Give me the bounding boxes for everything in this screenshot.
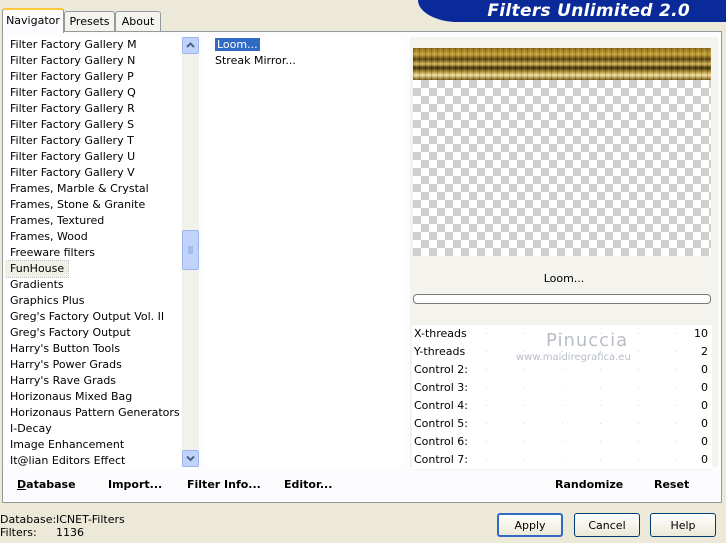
control-slider[interactable]: Control 3: 0 (412, 379, 712, 398)
database-label: atabase (26, 478, 76, 491)
editor-link[interactable]: Editor... (284, 478, 332, 491)
control-label: Control 7: (414, 453, 468, 466)
tab-navigator[interactable]: Navigator (2, 8, 64, 33)
control-slider[interactable]: Control 4: 0 (412, 397, 712, 416)
control-value: 0 (701, 435, 708, 448)
category-item[interactable]: Filter Factory Gallery P (5, 69, 181, 85)
filter-list[interactable]: Loom... Streak Mirror... (205, 37, 403, 467)
category-item[interactable]: Greg's Factory Output Vol. II (5, 309, 181, 325)
control-label: Control 5: (414, 417, 468, 430)
status-database-label: Database: (0, 513, 57, 526)
control-label: Control 4: (414, 399, 468, 412)
category-item[interactable]: Frames, Marble & Crystal (5, 181, 181, 197)
category-item[interactable]: Horizonaus Pattern Generators (5, 405, 181, 421)
control-value: 10 (694, 327, 708, 340)
control-label: Control 3: (414, 381, 468, 394)
category-item[interactable]: Freeware filters (5, 245, 181, 261)
category-item[interactable]: Harry's Power Grads (5, 357, 181, 373)
control-label: Control 2: (414, 363, 468, 376)
control-label: Control 6: (414, 435, 468, 448)
chevron-down-icon (186, 455, 195, 462)
apply-button[interactable]: Apply (497, 513, 563, 537)
control-value: 0 (701, 453, 708, 466)
watermark-url: www.maidiregrafica.eu (516, 352, 631, 363)
tab-about[interactable]: About (115, 11, 161, 31)
watermark-name: Pinuccia (546, 330, 629, 351)
category-item[interactable]: I-Decay (5, 421, 181, 437)
import-link[interactable]: Import... (108, 478, 162, 491)
control-slider[interactable]: Control 7: 0 (412, 451, 712, 470)
category-item[interactable]: Gradients (5, 277, 181, 293)
filter-item[interactable]: Loom... (205, 37, 403, 53)
current-filter-title: Loom... (543, 272, 585, 285)
grip-icon (188, 246, 193, 254)
filter-item-label: Loom... (215, 38, 260, 51)
category-scrollbar[interactable] (182, 37, 199, 467)
control-track[interactable] (486, 369, 682, 370)
category-item[interactable]: Horizonaus Mixed Bag (5, 389, 181, 405)
control-label: X-threads (414, 327, 467, 340)
category-item[interactable]: Filter Factory Gallery U (5, 149, 181, 165)
tab-presets[interactable]: Presets (64, 11, 115, 31)
scroll-thumb[interactable] (182, 230, 199, 270)
category-item[interactable]: Frames, Wood (5, 229, 181, 245)
category-list[interactable]: Filter Factory Gallery M Filter Factory G… (5, 37, 181, 467)
filter-info-link[interactable]: Filter Info... (187, 478, 261, 491)
progress-bar (413, 294, 711, 304)
database-link[interactable]: Database (17, 478, 76, 491)
status-database-value: ICNET-Filters (56, 513, 125, 526)
chevron-up-icon (186, 42, 195, 48)
control-track[interactable] (486, 405, 682, 406)
cancel-button[interactable]: Cancel (574, 513, 640, 537)
category-item[interactable]: Filter Factory Gallery S (5, 117, 181, 133)
control-track[interactable] (486, 459, 682, 460)
import-label: Import... (108, 478, 163, 491)
control-slider[interactable]: Control 5: 0 (412, 415, 712, 434)
scroll-down-button[interactable] (182, 450, 199, 467)
randomize-label: Randomize (555, 478, 624, 491)
category-item[interactable]: Harry's Rave Grads (5, 373, 181, 389)
control-slider[interactable]: Control 6: 0 (412, 433, 712, 452)
category-item[interactable]: Filter Factory Gallery V (5, 165, 181, 181)
control-track[interactable] (486, 441, 682, 442)
category-item[interactable]: Filter Factory Gallery Q (5, 85, 181, 101)
control-value: 0 (701, 363, 708, 376)
filter-info-label: Filter Info... (187, 478, 261, 491)
control-track[interactable] (486, 423, 682, 424)
status-filters-value: 1136 (56, 526, 84, 539)
category-item[interactable]: Greg's Factory Output (5, 325, 181, 341)
category-item[interactable]: Frames, Stone & Granite (5, 197, 181, 213)
category-item[interactable]: Frames, Textured (5, 213, 181, 229)
reset-link[interactable]: Reset (654, 478, 689, 491)
category-item[interactable]: It@lian Editors Effect (5, 453, 181, 467)
title-banner: Filters Unlimited 2.0 (418, 0, 726, 22)
app-title: Filters Unlimited 2.0 (487, 1, 690, 21)
category-item[interactable]: Image Enhancement (5, 437, 181, 453)
control-label: Y-threads (414, 345, 466, 358)
randomize-link[interactable]: Randomize (555, 478, 623, 491)
status-filters-label: Filters: (0, 526, 37, 539)
help-button[interactable]: Help (650, 513, 716, 537)
filter-item[interactable]: Streak Mirror... (205, 53, 403, 69)
control-value: 0 (701, 399, 708, 412)
control-value: 0 (701, 381, 708, 394)
category-item[interactable]: Filter Factory Gallery R (5, 101, 181, 117)
category-item[interactable]: Graphics Plus (5, 293, 181, 309)
category-item[interactable]: FunHouse (5, 260, 70, 278)
editor-label: Editor... (284, 478, 333, 491)
control-value: 2 (701, 345, 708, 358)
preview-image (413, 48, 711, 80)
control-track[interactable] (486, 387, 682, 388)
scroll-up-button[interactable] (182, 37, 199, 54)
category-item[interactable]: Filter Factory Gallery T (5, 133, 181, 149)
category-item[interactable]: Harry's Button Tools (5, 341, 181, 357)
control-slider[interactable]: Control 2: 0 (412, 361, 712, 380)
reset-label: Reset (654, 478, 690, 491)
control-value: 0 (701, 417, 708, 430)
category-item[interactable]: Filter Factory Gallery M (5, 37, 181, 53)
category-item[interactable]: Filter Factory Gallery N (5, 53, 181, 69)
filter-item-label: Streak Mirror... (215, 54, 296, 67)
